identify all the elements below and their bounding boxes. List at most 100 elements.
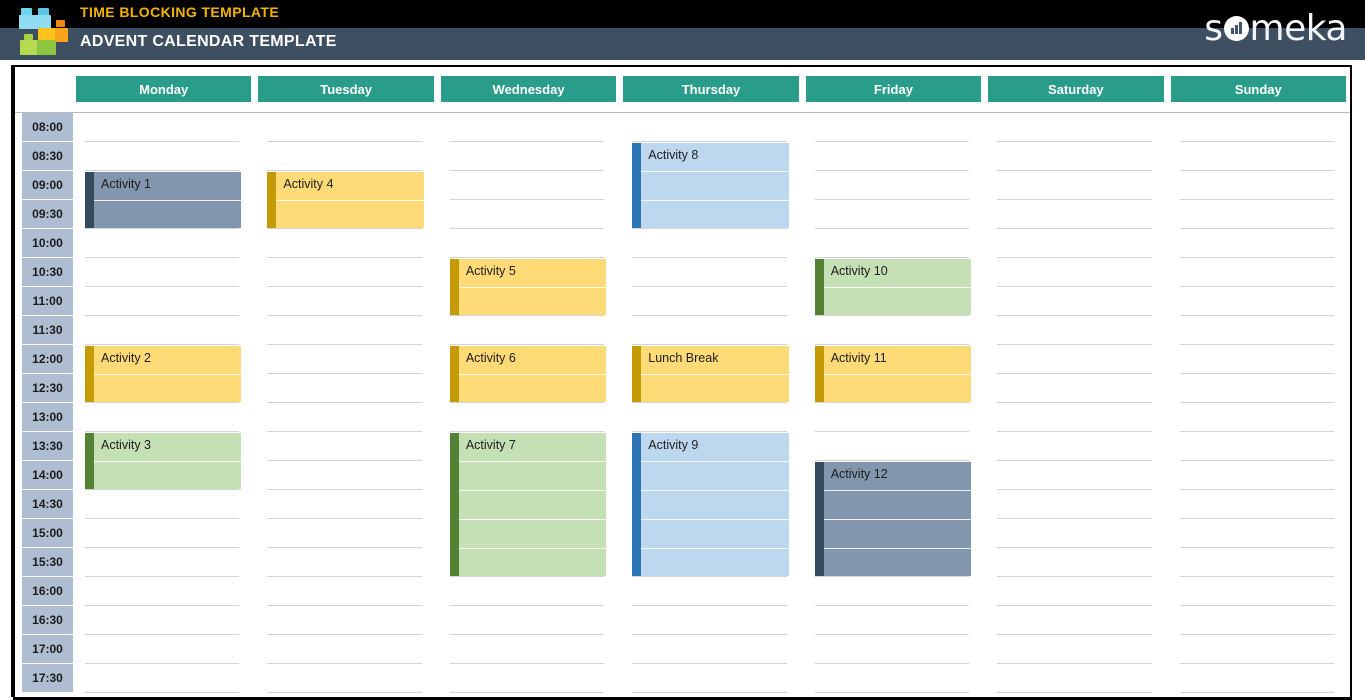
grid-cell-rule: [449, 315, 605, 316]
event-row-separator: [641, 200, 789, 201]
grid-cell-rule: [814, 315, 970, 316]
time-label-1430: 14:30: [22, 490, 73, 519]
grid-cell-rule: [997, 460, 1152, 461]
event-accent-bar: [267, 172, 277, 228]
grid-cell-rule: [1179, 605, 1334, 606]
event-label: Activity 8: [648, 148, 699, 162]
grid-cell-rule: [267, 315, 422, 316]
event-block[interactable]: Lunch Break: [632, 346, 789, 402]
event-label: Activity 1: [101, 177, 152, 191]
event-label: Activity 6: [465, 351, 516, 365]
grid-cell-rule: [449, 344, 605, 345]
day-header-wednesday[interactable]: Wednesday: [440, 76, 617, 102]
event-label: Activity 4: [283, 177, 334, 191]
time-label-1530: 15:30: [22, 548, 73, 577]
grid-cell-rule: [632, 402, 787, 403]
grid-cell-rule: [814, 199, 970, 200]
grid-cell-rule: [267, 373, 422, 374]
grid-cell-rule: [267, 170, 422, 171]
event-block[interactable]: Activity 1: [85, 172, 242, 228]
grid-cell-rule: [997, 141, 1152, 142]
grid-cell-rule: [85, 257, 240, 258]
template-eyebrow-title: TIME BLOCKING TEMPLATE: [80, 4, 280, 20]
event-block[interactable]: Activity 10: [814, 259, 972, 315]
brand-suffix: meka: [1249, 8, 1348, 49]
event-row-separator: [94, 461, 242, 462]
event-row-separator: [823, 548, 972, 549]
time-label-1100: 11:00: [22, 287, 73, 316]
day-header-sunday[interactable]: Sunday: [1170, 76, 1346, 102]
grid-cell-rule: [814, 344, 970, 345]
calendar-grid-body[interactable]: Activity 1 Activity 2 Activity 3 Activity 4…: [73, 113, 1350, 697]
grid-cell-rule: [449, 141, 605, 142]
grid-cell-rule: [85, 576, 240, 577]
event-row-separator: [823, 287, 972, 288]
event-block[interactable]: Activity 2: [85, 346, 242, 402]
day-header-monday[interactable]: Monday: [76, 76, 252, 102]
day-header-saturday[interactable]: Saturday: [988, 76, 1164, 102]
grid-cell-rule: [1179, 286, 1334, 287]
event-block[interactable]: Activity 12: [814, 462, 972, 576]
grid-cell-rule: [997, 576, 1152, 577]
time-label-0800: 08:00: [22, 113, 73, 142]
calendar-board[interactable]: Monday Tuesday Wednesday Thursday Friday Satu…: [13, 65, 1352, 697]
grid-cell-rule: [997, 663, 1152, 664]
event-row-separator: [641, 374, 789, 375]
time-label-1330: 13:30: [22, 432, 73, 461]
grid-cell-rule: [85, 286, 240, 287]
event-accent-bar: [449, 433, 459, 576]
event-label: Activity 9: [648, 438, 699, 452]
grid-cell-rule: [85, 605, 240, 606]
grid-cell-rule: [267, 547, 422, 548]
grid-cell-rule: [632, 141, 787, 142]
event-row-separator: [641, 519, 789, 520]
event-row-separator: [823, 519, 972, 520]
time-label-1230: 12:30: [22, 374, 73, 403]
grid-cell-rule: [814, 605, 970, 606]
time-label-1500: 15:00: [22, 519, 73, 548]
spreadsheet-surface: Monday Tuesday Wednesday Thursday Friday Satu…: [0, 60, 1365, 700]
grid-cell-rule: [85, 547, 240, 548]
grid-cell-rule: [997, 431, 1152, 432]
grid-cell-rule: [85, 170, 240, 171]
event-label: Activity 10: [830, 264, 888, 278]
event-accent-bar: [814, 259, 824, 315]
grid-cell-rule: [814, 576, 970, 577]
event-body: [458, 433, 607, 576]
grid-cell-rule: [1179, 344, 1334, 345]
grid-cell-rule: [267, 576, 422, 577]
event-block[interactable]: Activity 7: [449, 433, 607, 576]
grid-cell-rule: [85, 692, 240, 693]
grid-cell-rule: [1179, 634, 1334, 635]
grid-cell-rule: [997, 605, 1152, 606]
grid-cell-rule: [814, 692, 970, 693]
event-label: Activity 7: [465, 438, 516, 452]
day-header-tuesday[interactable]: Tuesday: [258, 76, 434, 102]
grid-cell-rule: [449, 402, 605, 403]
event-accent-bar: [814, 346, 824, 402]
event-block[interactable]: Activity 8: [632, 143, 789, 228]
time-label-1730: 17:30: [22, 664, 73, 693]
event-block[interactable]: Activity 11: [814, 346, 972, 402]
grid-cell-rule: [997, 344, 1152, 345]
grid-cell-rule: [997, 692, 1152, 693]
event-block[interactable]: Activity 5: [449, 259, 607, 315]
time-blocking-app: TIME BLOCKING TEMPLATE ADVENT CALENDAR T…: [0, 0, 1365, 700]
event-block[interactable]: Activity 4: [267, 172, 424, 228]
event-block[interactable]: Activity 3: [85, 433, 242, 489]
grid-cell-rule: [997, 286, 1152, 287]
event-body: [641, 433, 789, 576]
event-block[interactable]: Activity 9: [632, 433, 789, 576]
event-block[interactable]: Activity 6: [449, 346, 607, 402]
grid-cell-rule: [267, 286, 422, 287]
logo-block-green-dark: [37, 40, 56, 55]
grid-cell-rule: [267, 489, 422, 490]
grid-cell-rule: [997, 228, 1152, 229]
event-label: Activity 2: [101, 351, 152, 365]
event-label: Activity 11: [830, 351, 887, 365]
someka-wordmark: s meka: [1204, 8, 1347, 49]
day-header-thursday[interactable]: Thursday: [623, 76, 799, 102]
day-header-friday[interactable]: Friday: [805, 76, 982, 102]
bar-chart-icon: [1223, 16, 1249, 41]
grid-cell-rule: [1179, 460, 1334, 461]
